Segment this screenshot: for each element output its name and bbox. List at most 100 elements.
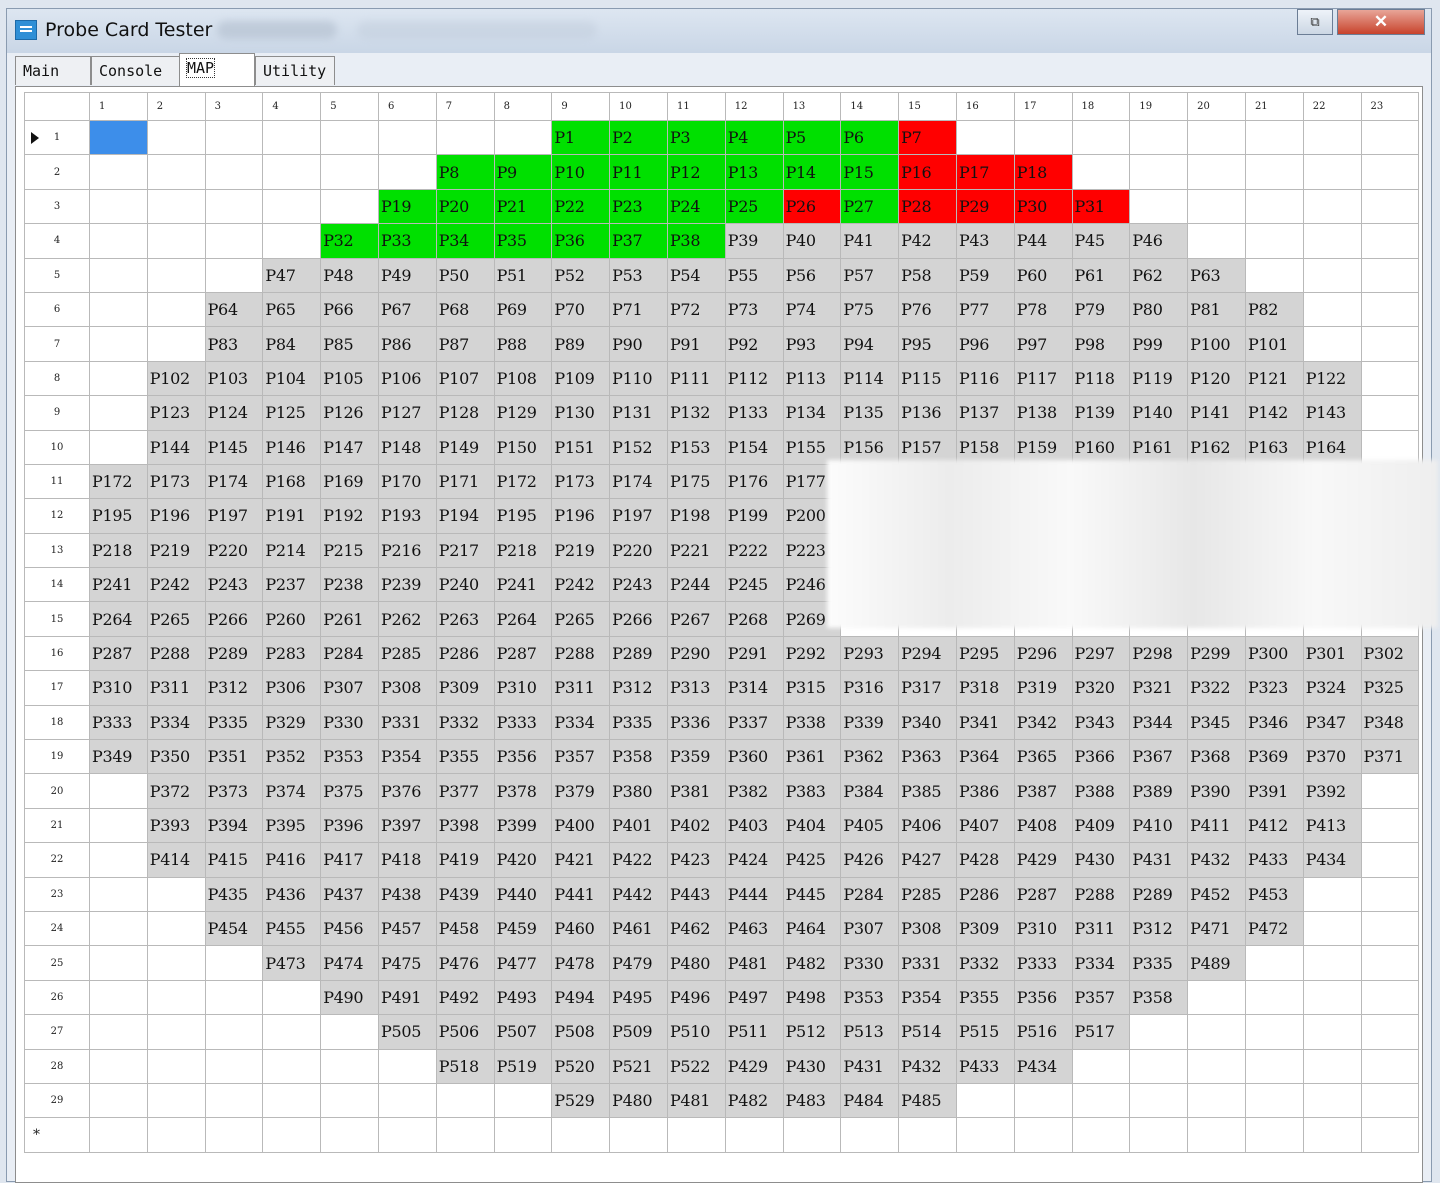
grid-cell[interactable]: [146, 945, 206, 981]
grid-cell[interactable]: P237: [262, 567, 322, 603]
grid-cell[interactable]: P96: [955, 326, 1015, 362]
grid-cell[interactable]: P103: [204, 360, 264, 397]
grid-cell[interactable]: P351: [204, 739, 264, 775]
grid-cell[interactable]: P29: [955, 188, 1015, 225]
grid-cell[interactable]: P241: [89, 567, 148, 603]
grid-cell[interactable]: P122: [1302, 360, 1362, 397]
grid-cell[interactable]: P345: [1187, 704, 1246, 741]
grid-cell[interactable]: P422: [609, 842, 668, 878]
grid-cell[interactable]: P85: [320, 326, 379, 362]
grid-cell[interactable]: P480: [666, 945, 726, 981]
grid-cell[interactable]: P309: [955, 910, 1015, 947]
grid-cell[interactable]: [1360, 326, 1420, 362]
column-header[interactable]: 1: [89, 92, 148, 121]
grid-cell[interactable]: P138: [1013, 395, 1073, 431]
grid-cell[interactable]: [1360, 257, 1420, 293]
grid-cell[interactable]: P56: [782, 257, 842, 293]
grid-cell[interactable]: [1071, 154, 1131, 190]
grid-cell[interactable]: P397: [377, 807, 437, 844]
grid-cell[interactable]: P61: [1071, 257, 1131, 293]
grid-cell[interactable]: P88: [493, 326, 553, 362]
grid-cell[interactable]: P260: [262, 601, 322, 637]
grid-cell[interactable]: [89, 326, 148, 362]
grid-cell[interactable]: [1244, 257, 1304, 293]
grid-cell[interactable]: P375: [320, 773, 379, 809]
grid-cell[interactable]: P222: [724, 532, 784, 569]
grid-cell[interactable]: P174: [204, 463, 264, 500]
grid-cell[interactable]: P342: [1013, 704, 1073, 741]
grid-cell[interactable]: P262: [377, 601, 437, 637]
grid-cell[interactable]: P444: [724, 876, 784, 912]
grid-cell[interactable]: P319: [1013, 670, 1073, 706]
grid-cell[interactable]: P26: [782, 188, 842, 225]
grid-cell[interactable]: [1244, 188, 1304, 225]
grid-cell[interactable]: P457: [377, 910, 437, 947]
grid-cell[interactable]: P55: [724, 257, 784, 293]
grid-cell[interactable]: P148: [377, 429, 437, 465]
grid-cell[interactable]: P193: [377, 498, 437, 534]
grid-cell[interactable]: P363: [898, 739, 957, 775]
grid-cell[interactable]: P300: [1244, 635, 1304, 672]
grid-cell[interactable]: P458: [435, 910, 495, 947]
grid-cell[interactable]: P317: [898, 670, 957, 706]
grid-cell[interactable]: P38: [666, 223, 726, 259]
grid-cell[interactable]: [1244, 979, 1304, 1016]
grid-cell[interactable]: P320: [1071, 670, 1131, 706]
grid-cell[interactable]: P316: [840, 670, 900, 706]
grid-cell[interactable]: P390: [1187, 773, 1246, 809]
grid-cell[interactable]: P335: [204, 704, 264, 741]
grid-cell[interactable]: [262, 979, 322, 1016]
grid-cell[interactable]: P68: [435, 291, 495, 328]
grid-cell[interactable]: P506: [435, 1014, 495, 1050]
grid-cell[interactable]: P25: [724, 188, 784, 225]
grid-cell[interactable]: P314: [724, 670, 784, 706]
grid-cell[interactable]: P442: [609, 876, 668, 912]
row-header[interactable]: 24: [24, 910, 90, 947]
grid-cell[interactable]: P288: [551, 635, 611, 672]
grid-cell[interactable]: [840, 1117, 900, 1153]
column-header[interactable]: 13: [782, 92, 842, 121]
grid-cell[interactable]: P20: [435, 188, 495, 225]
grid-cell[interactable]: [89, 429, 148, 465]
grid-cell[interactable]: P110: [609, 360, 668, 397]
grid-cell[interactable]: P331: [898, 945, 957, 981]
grid-cell[interactable]: P75: [840, 291, 900, 328]
grid-cell[interactable]: [1360, 395, 1420, 431]
grid-cell[interactable]: P147: [320, 429, 379, 465]
grid-cell[interactable]: P382: [724, 773, 784, 809]
grid-cell[interactable]: P57: [840, 257, 900, 293]
grid-cell[interactable]: P434: [1013, 1048, 1073, 1084]
grid-cell[interactable]: P58: [898, 257, 957, 293]
grid-cell[interactable]: P399: [493, 807, 553, 844]
grid-cell[interactable]: P365: [1013, 739, 1073, 775]
grid-cell[interactable]: P517: [1071, 1014, 1131, 1050]
grid-cell[interactable]: P323: [1244, 670, 1304, 706]
grid-cell[interactable]: P313: [666, 670, 726, 706]
grid-cell[interactable]: [1302, 979, 1362, 1016]
grid-cell[interactable]: P355: [435, 739, 495, 775]
column-header[interactable]: 19: [1129, 92, 1189, 121]
grid-cell[interactable]: P318: [955, 670, 1015, 706]
grid-cell[interactable]: [89, 945, 148, 981]
grid-cell[interactable]: P385: [898, 773, 957, 809]
grid-cell[interactable]: P42: [898, 223, 957, 259]
grid-cell[interactable]: [204, 154, 264, 190]
grid-cell[interactable]: [146, 223, 206, 259]
grid-cell[interactable]: P398: [435, 807, 495, 844]
grid-cell[interactable]: P62: [1129, 257, 1189, 293]
grid-cell[interactable]: P529: [551, 1082, 611, 1119]
grid-cell[interactable]: P438: [377, 876, 437, 912]
grid-cell[interactable]: P99: [1129, 326, 1189, 362]
grid-cell[interactable]: P218: [89, 532, 148, 569]
grid-cell[interactable]: [89, 395, 148, 431]
grid-cell[interactable]: P214: [262, 532, 322, 569]
grid-cell[interactable]: P307: [320, 670, 379, 706]
grid-cell[interactable]: P514: [898, 1014, 957, 1050]
grid-cell[interactable]: P415: [204, 842, 264, 878]
grid-cell[interactable]: P311: [146, 670, 206, 706]
grid-cell[interactable]: [898, 1117, 957, 1153]
grid-cell[interactable]: [89, 842, 148, 878]
grid-cell[interactable]: [1360, 1082, 1420, 1119]
grid-cell[interactable]: P370: [1302, 739, 1362, 775]
grid-cell[interactable]: P333: [1013, 945, 1073, 981]
